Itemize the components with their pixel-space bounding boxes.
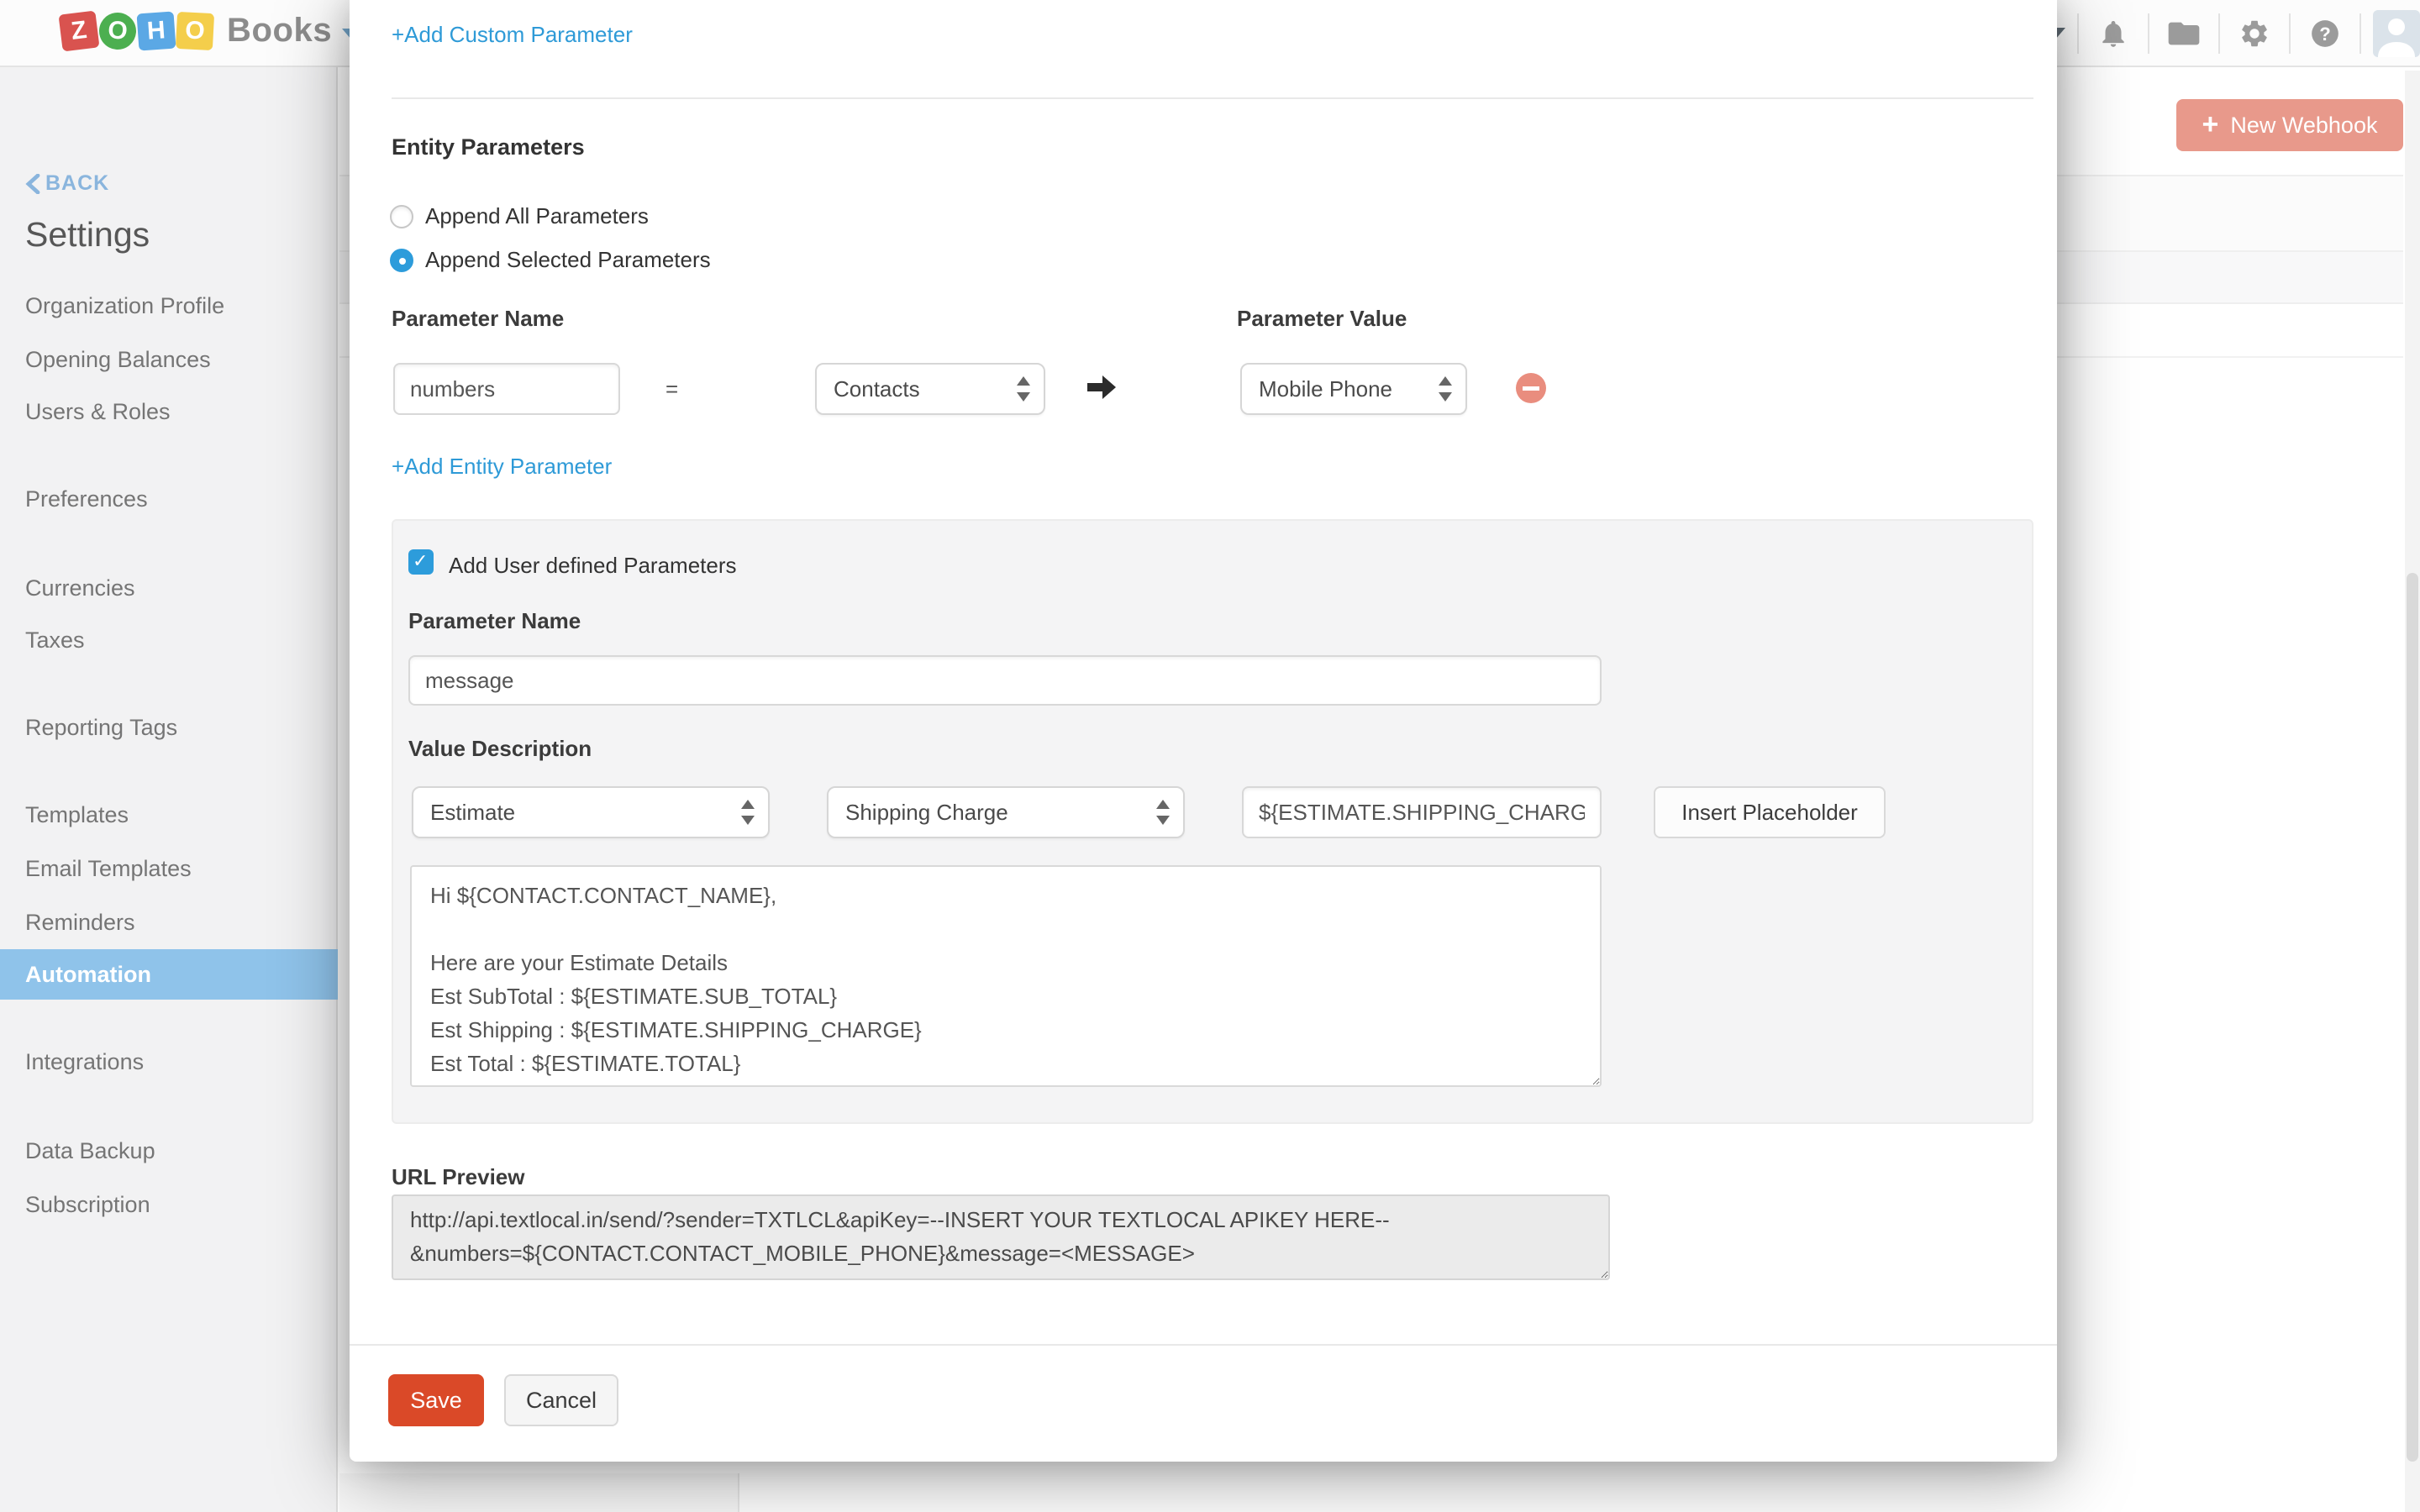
logo-block-z: Z (58, 10, 99, 51)
sidebar-item-templates[interactable]: Templates (0, 798, 338, 832)
chevron-left-icon (25, 174, 40, 194)
notifications-bell-icon[interactable] (2079, 0, 2148, 67)
documents-folder-icon[interactable] (2149, 0, 2218, 67)
help-icon[interactable]: ? (2291, 0, 2360, 67)
ud-entity-select-value: Estimate (430, 800, 741, 826)
entity-select[interactable]: Contacts (815, 363, 1045, 415)
sidebar-item-preferences[interactable]: Preferences (0, 482, 338, 516)
cancel-button[interactable]: Cancel (504, 1374, 618, 1426)
url-preview-textarea[interactable]: http://api.textlocal.in/send/?sender=TXT… (392, 1194, 1610, 1280)
settings-sidebar: BACK Settings Organization Profile Openi… (0, 67, 338, 1512)
sidebar-item-data-backup[interactable]: Data Backup (0, 1134, 338, 1168)
product-name: Books (227, 12, 332, 50)
ud-parameter-name-label: Parameter Name (408, 608, 581, 634)
svg-text:?: ? (2319, 24, 2331, 45)
select-stepper-icon (1017, 376, 1030, 402)
back-link[interactable]: BACK (25, 171, 109, 196)
message-body-textarea[interactable]: Hi ${CONTACT.CONTACT_NAME}, Here are you… (410, 865, 1602, 1087)
add-entity-parameter-link[interactable]: +Add Entity Parameter (392, 454, 612, 480)
ud-entity-select[interactable]: Estimate (412, 786, 770, 838)
scrollbar-thumb[interactable] (2407, 573, 2418, 1462)
sidebar-item-integrations[interactable]: Integrations (0, 1045, 338, 1079)
placeholder-token-input[interactable] (1242, 786, 1602, 838)
sidebar-item-taxes[interactable]: Taxes (0, 623, 338, 657)
new-webhook-label: New Webhook (2230, 113, 2377, 139)
entity-parameter-name-input[interactable] (393, 363, 620, 415)
parameter-value-label: Parameter Value (1237, 306, 1407, 332)
sidebar-item-organization-profile[interactable]: Organization Profile (0, 289, 338, 323)
append-all-radio[interactable] (390, 205, 413, 228)
add-custom-parameter-link[interactable]: +Add Custom Parameter (392, 22, 633, 48)
logo-block-o1: O (97, 11, 138, 51)
sidebar-item-email-templates[interactable]: Email Templates (0, 852, 338, 885)
value-description-label: Value Description (408, 736, 592, 762)
parameter-value-select-value: Mobile Phone (1259, 376, 1439, 402)
new-webhook-button[interactable]: + New Webhook (2176, 99, 2403, 151)
add-user-defined-checkbox[interactable] (408, 549, 434, 575)
sidebar-item-currencies[interactable]: Currencies (0, 571, 338, 605)
insert-placeholder-button[interactable]: Insert Placeholder (1654, 786, 1886, 838)
background-bottom-strip (339, 1473, 2420, 1512)
select-stepper-icon (1439, 376, 1452, 402)
user-avatar[interactable] (2373, 10, 2420, 57)
parameter-name-label: Parameter Name (392, 306, 564, 332)
entity-select-value: Contacts (834, 376, 1017, 402)
zoho-books-settings-page: + New Webhook Z O H O Books (0, 0, 2420, 1512)
ud-field-select[interactable]: Shipping Charge (827, 786, 1185, 838)
sidebar-item-automation[interactable]: Automation (0, 949, 338, 1000)
user-defined-parameters-panel: Add User defined Parameters Parameter Na… (392, 519, 2033, 1124)
ud-field-select-value: Shipping Charge (845, 800, 1156, 826)
sidebar-item-reminders[interactable]: Reminders (0, 906, 338, 939)
select-stepper-icon (741, 800, 755, 825)
url-preview-label: URL Preview (392, 1164, 524, 1190)
save-button[interactable]: Save (388, 1374, 484, 1426)
append-selected-label[interactable]: Append Selected Parameters (425, 247, 711, 273)
add-user-defined-label[interactable]: Add User defined Parameters (449, 553, 737, 579)
settings-gear-icon[interactable] (2220, 0, 2289, 67)
ud-parameter-name-input[interactable] (408, 655, 1602, 706)
select-stepper-icon (1156, 800, 1170, 825)
sidebar-item-users-roles[interactable]: Users & Roles (0, 395, 338, 428)
topbar-divider (2360, 13, 2361, 54)
logo-block-h: H (137, 11, 176, 50)
logo-block-o2: O (176, 11, 214, 50)
equals-sign: = (666, 376, 678, 402)
entity-parameters-heading: Entity Parameters (392, 134, 585, 160)
append-all-label[interactable]: Append All Parameters (425, 203, 649, 229)
modal-section-divider (392, 97, 2033, 99)
topbar-icon-group: ? (2033, 0, 2420, 67)
parameter-value-select[interactable]: Mobile Phone (1240, 363, 1467, 415)
modal-footer-divider (350, 1344, 2057, 1346)
back-label: BACK (45, 171, 109, 196)
sidebar-item-opening-balances[interactable]: Opening Balances (0, 343, 338, 376)
page-scrollbar[interactable] (2405, 71, 2420, 1512)
sidebar-item-reporting-tags[interactable]: Reporting Tags (0, 711, 338, 744)
webhook-editor-modal: +Add Custom Parameter Entity Parameters … (350, 0, 2057, 1462)
plus-icon: + (2202, 108, 2219, 141)
sidebar-title: Settings (25, 215, 150, 255)
zoho-books-logo[interactable]: Z O H O Books (60, 12, 360, 50)
background-list-panel (339, 1473, 739, 1512)
append-selected-radio[interactable] (390, 249, 413, 272)
sidebar-item-subscription[interactable]: Subscription (0, 1188, 338, 1221)
arrow-right-icon (1086, 373, 1118, 402)
remove-parameter-icon[interactable] (1516, 373, 1546, 403)
